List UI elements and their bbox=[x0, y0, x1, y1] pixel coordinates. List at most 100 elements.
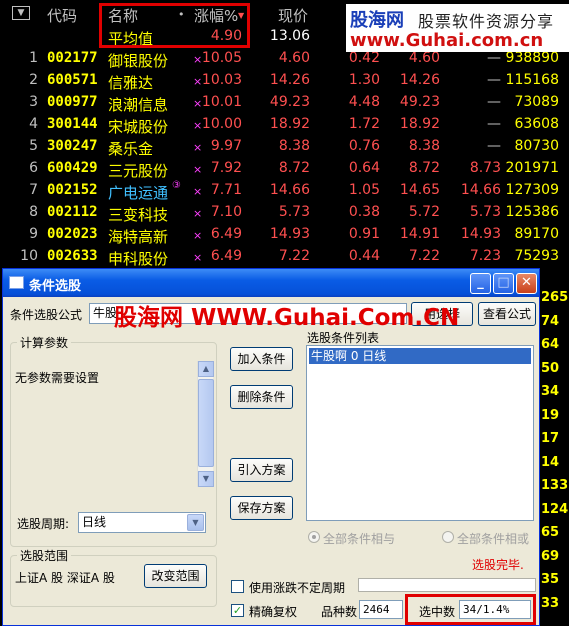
table-row[interactable]: 10 002633 申科股份 6.49 7.22 0.44 7.22 7.23 75293 × bbox=[0, 246, 569, 268]
period-select[interactable]: 日线 ▼ bbox=[78, 512, 206, 533]
radio-or[interactable] bbox=[442, 531, 454, 543]
close-button[interactable]: ✕ bbox=[516, 273, 537, 294]
params-scrollbar[interactable]: ▲ ▼ bbox=[197, 361, 214, 487]
row-index: 9 bbox=[29, 226, 38, 242]
row-price: 8.72 bbox=[278, 160, 310, 176]
scroll-thumb[interactable] bbox=[198, 379, 214, 467]
row-flag-icon: × bbox=[193, 251, 203, 264]
row-code: 002023 bbox=[47, 226, 98, 242]
side-value: 74 bbox=[541, 313, 560, 329]
row-code: 600571 bbox=[47, 72, 98, 88]
grid-menu-button[interactable]: ▼ bbox=[12, 6, 30, 20]
row-change: 0.76 bbox=[348, 138, 380, 154]
params-title: 计算参数 bbox=[17, 334, 72, 351]
watermark-url: www.Guhai.com.cn bbox=[350, 30, 544, 51]
row-buy: 49.23 bbox=[399, 94, 440, 110]
table-row[interactable]: 9 002023 海特高新 6.49 14.93 0.91 14.91 14.93 89170 × bbox=[0, 224, 569, 246]
window-icon bbox=[9, 276, 24, 289]
row-price: 49.23 bbox=[269, 94, 310, 110]
row-change: 0.44 bbox=[348, 248, 380, 264]
row-volume: 80730 bbox=[514, 138, 559, 154]
row-sell: 7.23 bbox=[469, 248, 501, 264]
period-label: 选股周期: bbox=[17, 517, 70, 531]
table-row[interactable]: 3 000977 浪潮信息 10.01 49.23 4.48 49.23 — 73089 × bbox=[0, 92, 569, 114]
condition-list-item[interactable]: 牛股啊 0 日线 bbox=[309, 348, 531, 364]
dialog-titlebar[interactable]: 条件选股 _ □ ✕ bbox=[3, 269, 539, 297]
row-change: 0.91 bbox=[348, 226, 380, 242]
row-buy: 8.38 bbox=[408, 138, 440, 154]
row-index: 4 bbox=[29, 116, 38, 132]
row-price: 5.73 bbox=[278, 204, 310, 220]
row-price: 14.26 bbox=[269, 72, 310, 88]
side-value: 133 bbox=[541, 478, 569, 493]
view-formula-button[interactable]: 查看公式 bbox=[478, 302, 536, 326]
row-volume: 89170 bbox=[514, 226, 559, 242]
row-price: 14.66 bbox=[269, 182, 310, 198]
radio-and[interactable] bbox=[308, 531, 320, 543]
table-row[interactable]: 6 600429 三元股份 7.92 8.72 0.64 8.72 8.73 201971 × bbox=[0, 158, 569, 180]
condition-list[interactable]: 牛股啊 0 日线 bbox=[306, 345, 534, 521]
row-flag-icon: × bbox=[193, 119, 203, 132]
row-price: 7.22 bbox=[278, 248, 310, 264]
maximize-button[interactable]: □ bbox=[493, 273, 514, 294]
row-code: 300144 bbox=[47, 116, 98, 132]
save-plan-button[interactable]: 保存方案 bbox=[230, 496, 293, 520]
range-text: 上证A 股 深证A 股 bbox=[15, 571, 115, 585]
row-name: 御银股份 bbox=[108, 52, 169, 70]
count-value: 2464 bbox=[359, 600, 403, 619]
table-row[interactable]: 8 002112 三变科技 7.10 5.73 0.38 5.72 5.73 125386 × bbox=[0, 202, 569, 224]
watermark-middle: 股海网 WWW.Guhai.Com.CN bbox=[114, 305, 460, 331]
row-buy: 4.60 bbox=[408, 50, 440, 66]
row-sell: — bbox=[487, 50, 501, 66]
row-code: 002633 bbox=[47, 248, 98, 264]
table-row[interactable]: 7 002152 广电运通 7.71 14.66 1.05 14.65 14.66 127309… bbox=[0, 180, 569, 202]
row-sell: 5.73 bbox=[469, 204, 501, 220]
row-name: 广电运通 bbox=[108, 184, 169, 202]
row-flag-icon: × bbox=[193, 141, 203, 154]
row-change: 4.48 bbox=[348, 94, 380, 110]
params-text: 无参数需要设置 bbox=[15, 371, 100, 385]
row-flag-icon: × bbox=[193, 185, 203, 198]
row-volume: 63608 bbox=[514, 116, 559, 132]
row-name: 海特高新 bbox=[108, 228, 169, 246]
row-name: 浪潮信息 bbox=[108, 96, 169, 114]
row-buy: 14.65 bbox=[399, 182, 440, 198]
scroll-up-icon[interactable]: ▲ bbox=[198, 361, 214, 377]
chevron-down-icon[interactable]: ▼ bbox=[187, 514, 204, 531]
avg-price: 13.06 bbox=[269, 28, 310, 44]
scroll-down-icon[interactable]: ▼ bbox=[198, 471, 214, 487]
table-row[interactable]: 5 300247 桑乐金 9.97 8.38 0.76 8.38 — 80730 × bbox=[0, 136, 569, 158]
range-title: 选股范围 bbox=[17, 547, 72, 564]
header-code[interactable]: 代码 bbox=[47, 5, 77, 26]
row-code: 300247 bbox=[47, 138, 98, 154]
row-pct: 10.03 bbox=[201, 72, 242, 88]
count-label: 品种数 bbox=[321, 605, 358, 619]
side-value: 65 bbox=[541, 525, 560, 540]
row-flag-icon: × bbox=[193, 163, 203, 176]
side-value: 69 bbox=[541, 548, 560, 564]
header-price[interactable]: 现价 bbox=[278, 5, 308, 26]
minimize-button[interactable]: _ bbox=[470, 273, 491, 294]
checkbox-exact[interactable]: ✓ bbox=[231, 604, 244, 617]
row-name: 宋城股份 bbox=[108, 118, 169, 136]
row-index: 7 bbox=[29, 182, 38, 198]
import-plan-button[interactable]: 引入方案 bbox=[230, 458, 293, 482]
change-range-button[interactable]: 改变范围 bbox=[144, 564, 207, 588]
row-flag-icon: × bbox=[193, 75, 203, 88]
row-change: 0.38 bbox=[348, 204, 380, 220]
row-sell: — bbox=[487, 72, 501, 88]
table-row[interactable]: 4 300144 宋城股份 10.00 18.92 1.72 18.92 — 63608 × bbox=[0, 114, 569, 136]
row-sell: 14.93 bbox=[460, 226, 501, 242]
checkbox-uncertain[interactable] bbox=[231, 580, 244, 593]
row-index: 3 bbox=[29, 94, 38, 110]
row-sell: — bbox=[487, 138, 501, 154]
table-row[interactable]: 2 600571 信雅达 10.03 14.26 1.30 14.26 —115168 × bbox=[0, 70, 569, 92]
side-value: 50 bbox=[541, 360, 560, 376]
add-condition-button[interactable]: 加入条件 bbox=[230, 347, 293, 371]
row-price: 4.60 bbox=[278, 50, 310, 66]
row-code: 002112 bbox=[47, 204, 98, 220]
row-change: 0.42 bbox=[348, 50, 380, 66]
row-price: 18.92 bbox=[269, 116, 310, 132]
row-pct: 10.05 bbox=[201, 50, 242, 66]
delete-condition-button[interactable]: 删除条件 bbox=[230, 385, 293, 409]
